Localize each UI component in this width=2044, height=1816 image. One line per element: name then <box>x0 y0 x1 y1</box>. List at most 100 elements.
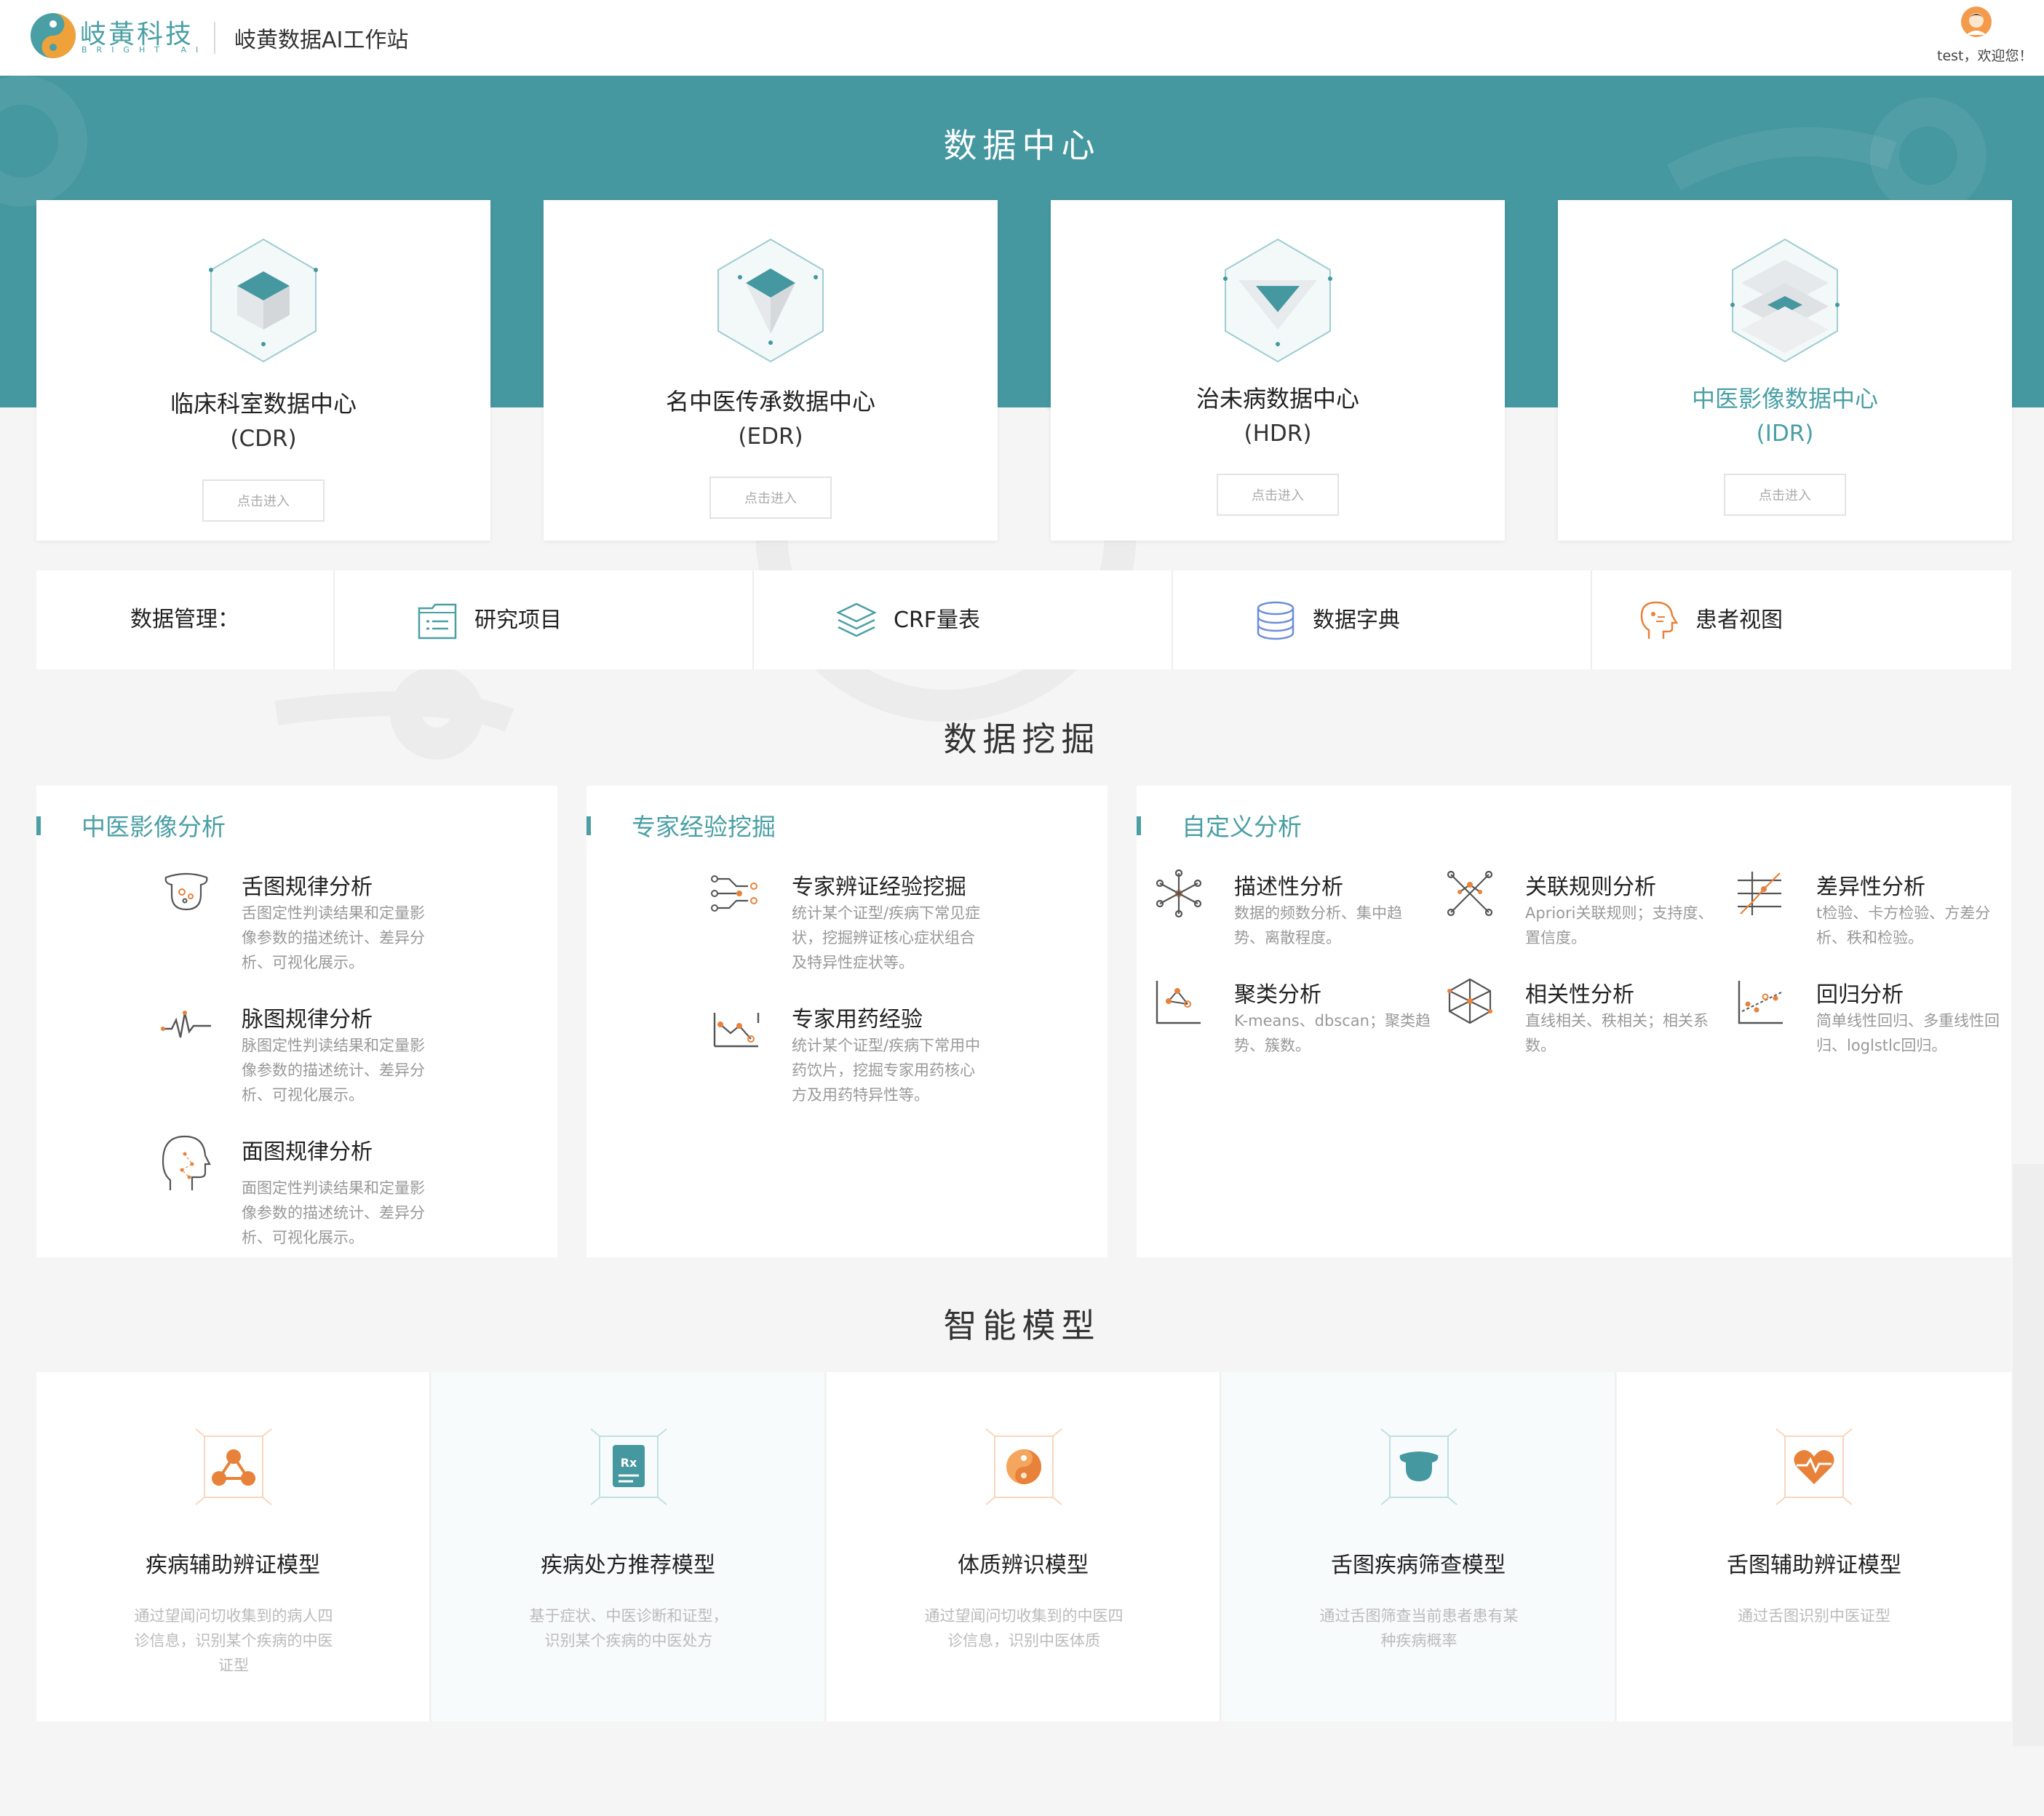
panel-title: 自定义分析 <box>1182 813 1302 841</box>
analysis-title: 专家用药经验 <box>792 1007 923 1032</box>
data-center-code: (CDR) <box>230 426 297 452</box>
data-center-card-edr[interactable]: 名中医传承数据中心 (EDR) 点击进入 <box>544 200 998 541</box>
tcm-image-analysis-panel: 中医影像分析 舌图规律分析 舌图定性判读结果和定量影像参数的描述统计、差异分析、… <box>36 786 557 1257</box>
analysis-title: 舌图规律分析 <box>242 875 373 900</box>
research-project-label: 研究项目 <box>474 608 562 633</box>
tongue-icon <box>164 872 208 911</box>
enter-hdr-button[interactable]: 点击进入 <box>1217 474 1339 516</box>
cluster-analysis-item[interactable]: 聚类分析 K-means、dbscan；聚类趋势、簇数。 <box>1153 975 1436 1070</box>
panel-accent-bar <box>36 816 41 835</box>
page-scrollbar-track[interactable] <box>2013 1164 2044 1746</box>
head-profile-icon <box>1640 601 1679 639</box>
cluster-icon <box>1156 981 1201 1024</box>
analysis-description: 简单线性回归、多重线性回归、loglstlc回归。 <box>1816 1012 2000 1054</box>
tongue-analysis-item[interactable]: 舌图规律分析 舌图定性判读结果和定量影像参数的描述统计、差异分析、可视化展示。 <box>160 867 480 991</box>
regression-analysis-item[interactable]: 回归分析 简单线性回归、多重线性回归、loglstlc回归。 <box>1735 975 2011 1070</box>
smart-models-title: 智能模型 <box>943 1306 1101 1345</box>
enter-edr-button[interactable]: 点击进入 <box>709 477 832 519</box>
smart-models-row: 疾病辅助辨证模型 通过望闻问切收集到的病人四诊信息，识别某个疾病的中医证型 Rx… <box>36 1372 2011 1721</box>
analysis-title: 聚类分析 <box>1234 982 1321 1008</box>
analysis-description: Apriori关联规则；支持度、置信度。 <box>1525 904 1714 947</box>
data-center-name: 名中医传承数据中心 <box>665 388 875 415</box>
disease-syndrome-model-card[interactable]: 疾病辅助辨证模型 通过望闻问切收集到的病人四诊信息，识别某个疾病的中医证型 <box>36 1372 431 1721</box>
yin-yang-icon <box>985 1428 1062 1505</box>
layers-icon <box>836 602 877 637</box>
analysis-description: 统计某个证型/疾病下常用中药饮片，挖掘专家用药核心方及用药特异性等。 <box>792 1037 981 1104</box>
patient-view-label: 患者视图 <box>1695 608 1783 633</box>
tongue-syndrome-model-card[interactable]: 舌图辅助辨证模型 通过舌图识别中医证型 <box>1617 1372 2011 1721</box>
model-name: 舌图辅助辨证模型 <box>1727 1553 1901 1578</box>
expert-medication-item[interactable]: 专家用药经验 统计某个证型/疾病下常用中药饮片，挖掘专家用药核心方及用药特异性等… <box>710 1000 1030 1145</box>
analysis-description: K-means、dbscan；聚类趋势、簇数。 <box>1234 1012 1431 1054</box>
analysis-description: t检验、卡方检验、方差分析、秩和检验。 <box>1816 904 1991 947</box>
svg-text:Rx: Rx <box>621 1456 637 1470</box>
analysis-title: 关联规则分析 <box>1525 875 1656 900</box>
crf-scale-link[interactable]: CRF量表 <box>754 570 1173 669</box>
header-divider <box>214 22 215 54</box>
flow-icon <box>711 875 757 912</box>
face-analysis-item[interactable]: 面图规律分析 面图定性判读结果和定量影像参数的描述统计、差异分析、可视化展示。 <box>160 1132 480 1253</box>
data-center-code: (HDR) <box>1244 421 1312 447</box>
molecule-icon <box>1156 869 1202 918</box>
expert-experience-panel: 专家经验挖掘 专家辨证经验挖掘 统计某个证型/疾病下常见症状，挖掘辨证核心症状组… <box>586 786 1108 1257</box>
model-name: 疾病处方推荐模型 <box>541 1553 715 1578</box>
logo-subtext: BRIGHT AI <box>81 45 208 55</box>
enter-cdr-button[interactable]: 点击进入 <box>202 479 325 522</box>
logo-icon <box>31 13 76 58</box>
cube-layers-icon <box>209 238 318 363</box>
face-icon <box>162 1135 211 1190</box>
expert-syndrome-mining-item[interactable]: 专家辨证经验挖掘 统计某个证型/疾病下常见症状，挖掘辨证核心症状组合及特异性症状… <box>710 867 1030 991</box>
analysis-description: 面图定性判读结果和定量影像参数的描述统计、差异分析、可视化展示。 <box>242 1179 425 1246</box>
data-center-name: 临床科室数据中心 <box>170 390 357 418</box>
data-center-title: 数据中心 <box>943 126 1101 165</box>
trend-chart-icon <box>713 1013 760 1048</box>
network-icon <box>1447 870 1493 917</box>
data-mining-title: 数据挖掘 <box>943 720 1101 759</box>
enter-idr-button[interactable]: 点击进入 <box>1724 474 1846 516</box>
heart-pulse-icon <box>1775 1428 1853 1505</box>
data-dictionary-label: 数据字典 <box>1313 608 1400 633</box>
user-avatar-icon[interactable] <box>1960 6 1992 38</box>
pulse-analysis-item[interactable]: 脉图规律分析 脉图定性判读结果和定量影像参数的描述统计、差异分析、可视化展示。 <box>160 1000 480 1123</box>
research-project-link[interactable]: 研究项目 <box>335 570 754 669</box>
top-navbar: 岐黃科技 BRIGHT AI 岐黄数据AI工作站 test，欢迎您！ <box>0 0 2044 76</box>
custom-analysis-panel: 自定义分析 描述性分析 数据的频数分析、集中趋势、离散程度。 关联规则分析 Ap… <box>1137 786 2011 1257</box>
panel-accent-bar <box>1137 816 1141 835</box>
crf-scale-label: CRF量表 <box>894 608 981 633</box>
model-name: 体质辨识模型 <box>958 1553 1089 1578</box>
difference-analysis-item[interactable]: 差异性分析 t检验、卡方检验、方差分析、秩和检验。 <box>1735 867 2011 962</box>
data-management-label: 数据管理： <box>36 570 335 669</box>
data-center-code: (EDR) <box>738 423 803 450</box>
data-center-card-idr[interactable]: 中医影像数据中心 (IDR) 点击进入 <box>1558 200 2012 541</box>
analysis-description: 数据的频数分析、集中趋势、离散程度。 <box>1234 904 1402 947</box>
data-center-name: 治未病数据中心 <box>1196 385 1359 413</box>
data-center-card-hdr[interactable]: 治未病数据中心 (HDR) 点击进入 <box>1051 200 1505 541</box>
panel-title: 专家经验挖掘 <box>632 813 776 841</box>
tongue-screening-model-card[interactable]: 舌图疾病筛查模型 通过舌图筛查当前患者患有某种疾病概率 <box>1222 1372 1616 1721</box>
correlation-analysis-item[interactable]: 相关性分析 直线相关、秩相关；相关系数。 <box>1444 975 1727 1070</box>
analysis-title: 脉图规律分析 <box>242 1007 373 1032</box>
database-icon <box>1257 601 1295 640</box>
cube-stack-icon <box>1730 238 1840 363</box>
model-description: 通过舌图筛查当前患者患有某种疾病概率 <box>1319 1607 1519 1649</box>
tongue-model-icon <box>1380 1428 1458 1505</box>
analysis-title: 面图规律分析 <box>242 1139 373 1165</box>
data-dictionary-link[interactable]: 数据字典 <box>1173 570 1592 669</box>
prescription-icon: Rx <box>590 1428 667 1505</box>
welcome-text[interactable]: test，欢迎您！ <box>1937 45 2033 65</box>
model-name: 舌图疾病筛查模型 <box>1331 1553 1506 1578</box>
pulse-icon <box>161 1011 211 1038</box>
analysis-description: 统计某个证型/疾病下常见症状，挖掘辨证核心症状组合及特异性症状等。 <box>792 904 981 971</box>
analysis-description: 舌图定性判读结果和定量影像参数的描述统计、差异分析、可视化展示。 <box>242 904 425 971</box>
data-management-bar: 数据管理： 研究项目 CRF量表 数据字典 患者视图 <box>36 570 2011 669</box>
analysis-description: 脉图定性判读结果和定量影像参数的描述统计、差异分析、可视化展示。 <box>242 1037 425 1104</box>
difference-icon <box>1738 872 1781 915</box>
app-title: 岐黄数据AI工作站 <box>234 28 409 53</box>
analysis-title: 回归分析 <box>1816 982 1904 1008</box>
descriptive-analysis-item[interactable]: 描述性分析 数据的频数分析、集中趋势、离散程度。 <box>1153 867 1436 962</box>
association-rule-analysis-item[interactable]: 关联规则分析 Apriori关联规则；支持度、置信度。 <box>1444 867 1727 962</box>
patient-view-link[interactable]: 患者视图 <box>1592 570 2011 669</box>
constitution-model-card[interactable]: 体质辨识模型 通过望闻问切收集到的中医四诊信息，识别中医体质 <box>827 1372 1221 1721</box>
data-center-card-cdr[interactable]: 临床科室数据中心 (CDR) 点击进入 <box>36 200 490 541</box>
disease-prescription-model-card[interactable]: Rx 疾病处方推荐模型 基于症状、中医诊断和证型，识别某个疾病的中医处方 <box>432 1372 826 1721</box>
